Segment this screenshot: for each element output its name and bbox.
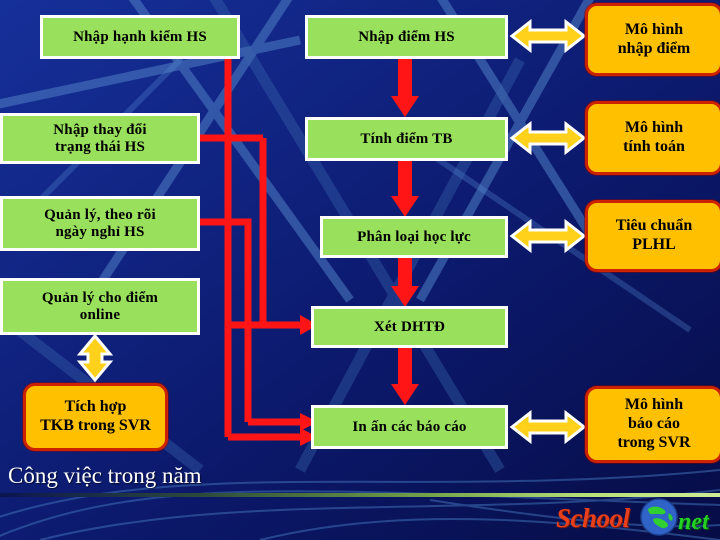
box-label: Quản lý, theo rõi ngày nghỉ HS	[44, 206, 156, 240]
box-nhap-diem-hs[interactable]: Nhập điểm HS	[305, 15, 508, 59]
box-label: Mô hình báo cáo trong SVR	[617, 396, 691, 451]
box-mo-hinh-nhap-diem[interactable]: Mô hình nhập điểm	[585, 3, 720, 76]
box-label: Tích hợp TKB trong SVR	[40, 398, 151, 434]
slide-canvas: Nhập hạnh kiểm HS Nhập thay đổi trạng th…	[0, 0, 720, 540]
box-xet-dhtd[interactable]: Xét DHTĐ	[311, 306, 508, 348]
box-label: Mô hình nhập điểm	[617, 20, 691, 57]
box-label: Phân loại học lực	[357, 228, 471, 245]
box-tieu-chuan-plhl[interactable]: Tiêu chuẩn PLHL	[585, 200, 720, 272]
box-mo-hinh-bao-cao-trong-svr[interactable]: Mô hình báo cáo trong SVR	[585, 386, 720, 463]
schoolnet-logo: School net	[556, 497, 720, 537]
box-label: Quản lý cho điểm online	[41, 289, 159, 323]
box-in-an-cac-bao-cao[interactable]: In ấn các báo cáo	[311, 405, 508, 449]
box-label: Nhập điểm HS	[358, 28, 455, 45]
box-quan-ly-cho-diem-online[interactable]: Quản lý cho điểm online	[0, 278, 200, 335]
box-mo-hinh-tinh-toan[interactable]: Mô hình tính toán	[585, 101, 720, 175]
box-label: Nhập hạnh kiểm HS	[73, 28, 207, 45]
box-nhap-thay-doi-trang-thai[interactable]: Nhập thay đổi trạng thái HS	[0, 113, 200, 164]
box-tich-hop-tkb[interactable]: Tích hợp TKB trong SVR	[23, 383, 168, 451]
box-label: Xét DHTĐ	[373, 318, 446, 335]
box-label: Nhập thay đổi trạng thái HS	[53, 121, 147, 155]
box-quan-ly-theo-roi-ngay-nghi[interactable]: Quản lý, theo rõi ngày nghỉ HS	[0, 196, 200, 251]
logo-net-text: net	[678, 509, 709, 535]
box-label: Tiêu chuẩn PLHL	[615, 217, 693, 253]
box-label: In ấn các báo cáo	[352, 418, 467, 435]
box-label: Tính điểm TB	[360, 130, 453, 147]
footer-title: Công việc trong năm	[8, 463, 202, 488]
box-phan-loai-hoc-luc[interactable]: Phân loại học lực	[320, 216, 508, 258]
box-label: Mô hình tính toán	[623, 119, 685, 155]
logo-school-text: School	[556, 503, 630, 533]
box-nhap-hanh-kiem[interactable]: Nhập hạnh kiểm HS	[40, 15, 240, 59]
box-tinh-diem-tb[interactable]: Tính điểm TB	[305, 117, 508, 161]
globe-icon	[640, 498, 678, 536]
